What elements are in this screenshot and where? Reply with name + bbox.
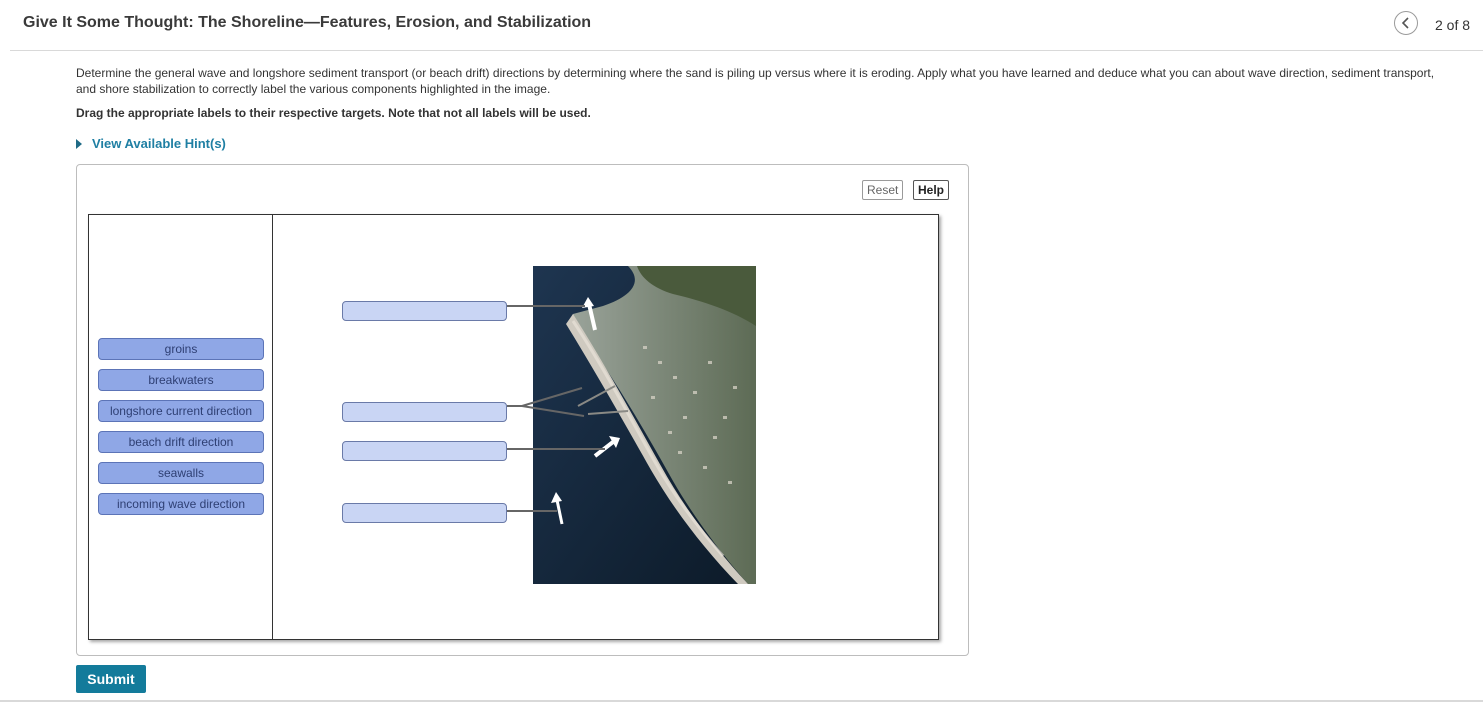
instructions-text: Determine the general wave and longshore… [76,66,1435,96]
label-seawalls[interactable]: seawalls [98,462,264,484]
triangle-right-icon [76,138,82,149]
label-bank-divider [272,215,273,639]
drop-target-2[interactable] [342,402,507,422]
label-breakwaters[interactable]: breakwaters [98,369,264,391]
reset-button[interactable]: Reset [862,180,904,200]
submit-button[interactable]: Submit [76,665,146,693]
labeling-workarea [88,214,939,640]
label-groins[interactable]: groins [98,338,264,360]
header: Give It Some Thought: The Shoreline—Feat… [10,0,1483,51]
drop-target-4[interactable] [342,503,507,523]
label-longshore-current-direction[interactable]: longshore current direction [98,400,264,422]
view-hints-link[interactable]: View Available Hint(s) [76,136,226,151]
shoreline-aerial-photo [533,266,756,584]
page-title: Give It Some Thought: The Shoreline—Feat… [23,14,592,31]
view-hints-label: View Available Hint(s) [92,136,226,151]
chevron-left-icon [1401,17,1409,29]
drop-target-1[interactable] [342,301,507,321]
back-button[interactable] [1394,11,1418,35]
label-beach-drift-direction[interactable]: beach drift direction [98,431,264,453]
page-counter: 2 of 8 [1435,17,1471,33]
help-button[interactable]: Help [913,180,950,200]
drop-target-3[interactable] [342,441,507,461]
drag-instructions: Drag the appropriate labels to their res… [76,106,591,120]
label-incoming-wave-direction[interactable]: incoming wave direction [98,493,264,515]
